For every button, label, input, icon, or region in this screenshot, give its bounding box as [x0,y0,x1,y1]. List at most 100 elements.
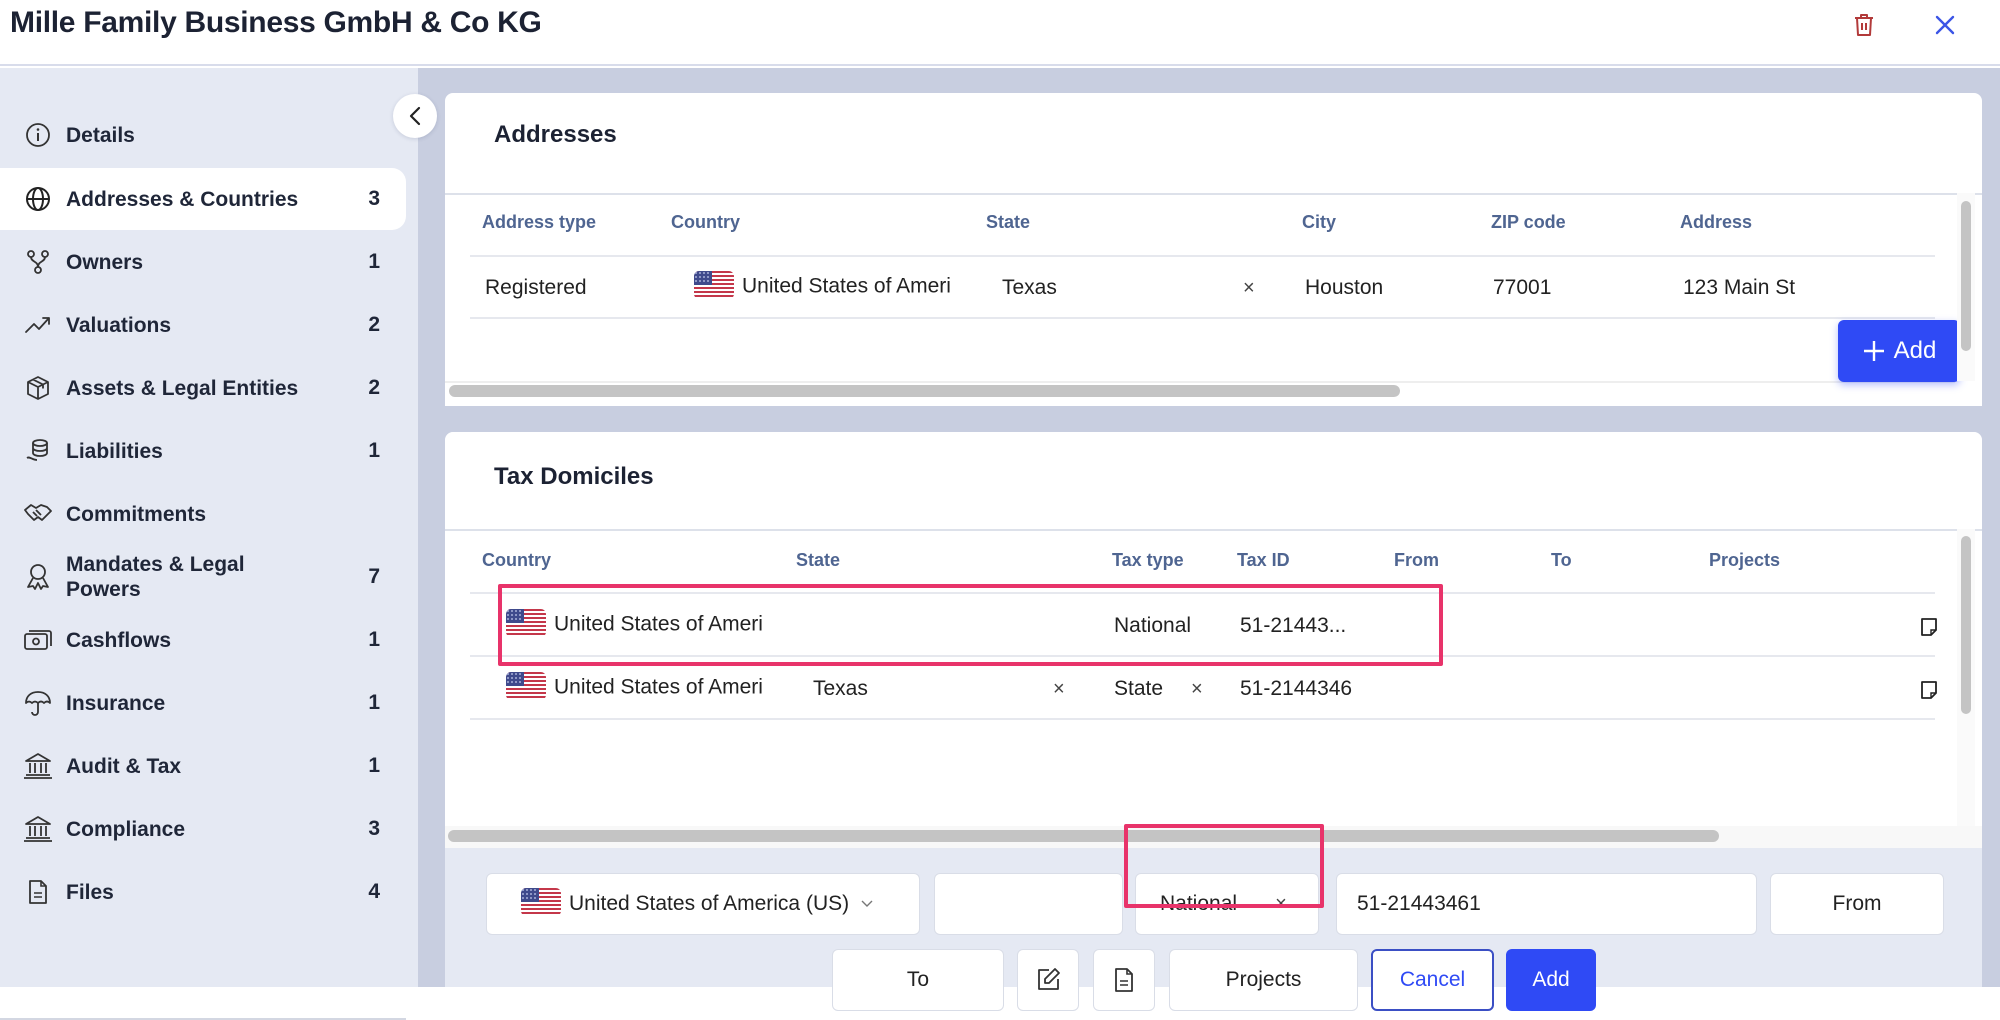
file-icon [23,877,53,907]
tax-id-cell: 51-2144346 [1240,677,1353,700]
edit-note-button[interactable] [1017,949,1079,1011]
umbrella-icon [23,688,53,718]
sidebar-item-assets-and-legal-entities[interactable]: Assets & Legal Entities 2 [0,357,406,419]
delete-button[interactable] [1849,10,1879,40]
column-header[interactable]: Tax type [1112,550,1184,571]
divider [445,193,1982,195]
trend-up-icon [23,310,53,340]
state-input[interactable] [934,873,1123,935]
sidebar-item-count: 1 [368,691,380,714]
sidebar-item-label: Commitments [66,502,207,526]
projects-select[interactable]: Projects [1169,949,1358,1011]
tax-table: Tax Domiciles Country State Tax type Tax… [445,432,1982,826]
hierarchy-icon [23,247,53,277]
sidebar-item-valuations[interactable]: Valuations 2 [0,294,406,356]
add-tax-domicile-button[interactable]: Add [1506,949,1596,1011]
column-header[interactable]: Country [482,550,551,571]
sidebar-item-owners[interactable]: Owners 1 [0,231,406,293]
to-date-input[interactable]: To [832,949,1004,1011]
cancel-button[interactable]: Cancel [1371,949,1494,1011]
tax-domiciles-title: Tax Domiciles [494,463,654,490]
divider [470,255,1935,257]
column-header[interactable]: State [986,212,1030,233]
column-header[interactable]: Address [1680,212,1752,233]
vertical-scrollbar[interactable] [1961,201,1971,351]
from-date-input[interactable]: From [1770,873,1944,935]
top-bar: Mille Family Business GmbH & Co KG [0,0,2000,66]
clear-state-icon[interactable]: × [1243,277,1255,300]
sidebar-item-count: 2 [368,313,380,336]
sidebar-item-details[interactable]: Details [0,104,406,166]
divider [470,317,1935,319]
edit-icon [1038,968,1060,990]
tax-id-input[interactable]: 51-21443461 [1336,873,1757,935]
sidebar-item-liabilities[interactable]: Liabilities 1 [0,420,406,482]
zip-cell: 77001 [1493,276,1552,299]
collapse-sidebar-button[interactable] [393,94,437,138]
sidebar-item-count: 3 [368,187,380,210]
globe-icon [23,184,53,214]
sidebar-item-audit-and-tax[interactable]: Audit & Tax 1 [0,735,406,797]
sidebar-item-count: 1 [368,628,380,651]
file-icon [1115,968,1133,992]
sidebar-item-addresses-and-countries[interactable]: Addresses & Countries 3 [0,168,406,230]
column-header[interactable]: From [1394,550,1439,571]
close-icon [1935,15,1955,35]
add-address-button[interactable]: Add [1838,320,1960,382]
chevron-down-icon [861,900,873,907]
bank-icon [23,814,53,844]
cash-icon [23,625,53,655]
column-header[interactable]: Tax ID [1237,550,1290,571]
clear-tax-type-icon[interactable]: × [1191,678,1203,701]
document-button[interactable] [1093,949,1155,1011]
chevron-left-icon [409,106,421,126]
sidebar-item-mandates-and-legal-powers[interactable]: Mandates & Legal Powers 7 [0,546,406,608]
sidebar-item-label: Cashflows [66,628,172,652]
divider [470,718,1935,720]
country-text: United States of Ameri [554,675,763,699]
close-button[interactable] [1930,10,1960,40]
state-cell: Texas [813,677,868,700]
column-header[interactable]: Country [671,212,740,233]
sidebar-item-label: Liabilities [66,439,163,463]
country-cell: United States of Ameri [506,672,763,702]
sidebar-item-label: Insurance [66,691,166,715]
country-select[interactable]: United States of America (US) [486,873,920,935]
horizontal-scrollbar[interactable] [449,385,1400,397]
sidebar-item-count: 1 [368,754,380,777]
sidebar-item-count: 3 [368,817,380,840]
column-header[interactable]: City [1302,212,1336,233]
sidebar-item-insurance[interactable]: Insurance 1 [0,672,406,734]
us-flag-icon [506,672,546,700]
tax-id-cell: 51-21443... [1240,614,1347,637]
sidebar-item-label: Details [66,123,135,147]
sidebar-item-count: 7 [368,565,380,588]
plus-icon [1863,341,1884,361]
sidebar-item-cashflows[interactable]: Cashflows 1 [0,609,406,671]
addresses-title: Addresses [494,121,617,148]
tax-domiciles-card: Tax Domiciles Country State Tax type Tax… [445,432,1982,1011]
coins-hand-icon [23,436,53,466]
country-cell: United States of Ameri [506,609,763,639]
sidebar-item-files[interactable]: Files 4 [0,861,406,923]
sidebar-item-count: 4 [368,880,380,903]
sidebar-item-compliance[interactable]: Compliance 3 [0,798,406,860]
tax-type-select[interactable]: National × [1135,873,1319,935]
column-header[interactable]: ZIP code [1491,212,1566,233]
vertical-scrollbar[interactable] [1961,536,1971,714]
divider [470,655,1935,657]
country-text: United States of Ameri [742,274,951,298]
note-icon[interactable] [1919,617,1939,637]
address-cell: 123 Main St [1683,276,1796,299]
column-header[interactable]: Address type [482,212,596,233]
note-icon[interactable] [1919,680,1939,700]
column-header[interactable]: Projects [1709,550,1780,571]
clear-state-icon[interactable]: × [1053,678,1065,701]
horizontal-scrollbar[interactable] [448,830,1719,842]
sidebar-item-commitments[interactable]: Commitments [0,483,406,545]
column-header[interactable]: To [1551,550,1572,571]
clear-tax-type-icon[interactable]: × [1275,893,1287,916]
column-header[interactable]: State [796,550,840,571]
us-flag-icon [694,271,734,299]
city-cell: Houston [1305,276,1384,299]
